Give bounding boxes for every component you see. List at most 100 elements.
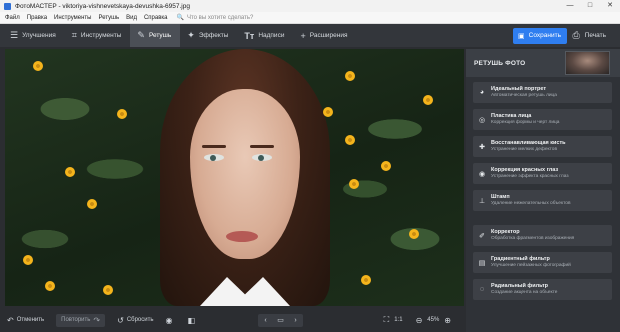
photo-canvas[interactable] xyxy=(5,49,464,306)
tab-enhancements[interactable]: ☰ Улучшения xyxy=(3,24,65,47)
eye-icon: ◉ xyxy=(165,315,173,325)
tool-red-eye[interactable]: ◉ Коррекция красных глаз Устранение эффек… xyxy=(473,163,612,184)
folder-icon[interactable]: ▭ xyxy=(273,316,288,324)
reset-label: Сбросить xyxy=(126,317,154,323)
photo-flower xyxy=(361,275,371,285)
fit-screen-icon[interactable]: ⛶ xyxy=(384,315,390,325)
panel-header-thumbnail xyxy=(565,51,610,75)
plus-icon: + xyxy=(300,30,306,41)
compare-icon: ◧ xyxy=(187,315,196,325)
tab-label: Расширения xyxy=(309,32,348,39)
brush-icon: ✎ xyxy=(137,30,145,40)
tool-name: Градиентный фильтр xyxy=(491,256,550,262)
maximize-button[interactable]: □ xyxy=(580,0,600,12)
photo-flower xyxy=(345,135,355,145)
zoom-in-icon[interactable]: ⊕ xyxy=(444,316,451,325)
printer-icon: ⎙ xyxy=(572,30,580,40)
tool-corrector[interactable]: ✐ Корректор Обработка фрагментов изображе… xyxy=(473,225,612,246)
photo-flower xyxy=(23,255,33,265)
main-toolbar: ☰ Улучшения ⌗ Инструменты ✎ Ретушь ✦ Эфф… xyxy=(0,24,620,47)
actual-size-button[interactable]: 1:1 xyxy=(394,317,402,323)
face-shape-icon: ◎ xyxy=(478,116,486,124)
tool-desc: Создание акцента на объекте xyxy=(491,290,558,295)
search-icon: 🔍 xyxy=(176,15,184,21)
photo-flower xyxy=(117,109,127,119)
tool-name: Пластика лица xyxy=(491,113,532,119)
tool-name: Корректор xyxy=(491,229,520,235)
crop-icon: ⌗ xyxy=(71,30,77,40)
photo-lips xyxy=(226,231,258,242)
zoom-controls: ⛶ 1:1 ⊖ 45% ⊕ xyxy=(379,315,456,325)
prev-image-button[interactable]: ‹ xyxy=(258,317,273,324)
undo-icon: ↶ xyxy=(7,315,14,325)
tab-label: Улучшения xyxy=(22,32,56,39)
tool-ideal-portrait[interactable]: ◕ Идеальный портрет Автоматическая ретушь… xyxy=(473,82,612,103)
tool-name: Радиальный фильтр xyxy=(491,283,549,289)
tool-gradient-filter[interactable]: ▤ Градиентный фильтр Улучшение пейзажных … xyxy=(473,252,612,273)
save-button[interactable]: ▣ Сохранить xyxy=(512,27,567,44)
menu-bar: Файл Правка Инструменты Ретушь Вид Справ… xyxy=(0,12,620,24)
tool-stamp[interactable]: ⊥ Штамп Удаление нежелательных объектов xyxy=(473,190,612,211)
photo-flower xyxy=(409,229,419,239)
menu-tools[interactable]: Инструменты xyxy=(54,15,91,21)
tool-desc: Автоматическая ретушь лица xyxy=(491,93,557,98)
menu-view[interactable]: Вид xyxy=(126,15,137,21)
tab-label: Ретушь xyxy=(148,32,172,39)
menu-edit[interactable]: Правка xyxy=(27,15,47,21)
window-title: ФотоМАСТЕР - viktoriya-vishnevetskaya-de… xyxy=(15,2,190,10)
tab-label: Эффекты xyxy=(198,32,229,39)
photo-brow-left xyxy=(202,145,226,148)
compare-button[interactable]: ◧ xyxy=(187,316,198,325)
tool-name: Восстанавливающая кисть xyxy=(491,140,566,146)
close-button[interactable]: ✕ xyxy=(600,0,620,12)
tab-effects[interactable]: ✦ Эффекты xyxy=(180,24,237,47)
photo-flower xyxy=(65,167,75,177)
zoom-level: 45% xyxy=(427,317,440,323)
bottom-bar: ↶ Отменить Повторить ↷ ↺ Сбросить ◉ ◧ ‹ … xyxy=(0,308,464,332)
tool-radial-filter[interactable]: ◌ Радиальный фильтр Создание акцента на о… xyxy=(473,279,612,300)
floppy-disk-icon: ▣ xyxy=(518,32,525,40)
corrector-icon: ✐ xyxy=(479,232,485,240)
tool-face-sculpt[interactable]: ◎ Пластика лица Коррекция формы и черт ли… xyxy=(473,109,612,130)
tool-name: Коррекция красных глаз xyxy=(491,167,559,173)
search-placeholder[interactable]: Что вы хотите сделать? xyxy=(187,15,253,21)
menu-file[interactable]: Файл xyxy=(5,15,20,21)
tool-name: Штамп xyxy=(491,194,510,200)
tool-desc: Улучшение пейзажных фотографий xyxy=(491,263,571,268)
zoom-out-icon[interactable]: ⊖ xyxy=(416,316,423,325)
print-label: Печать xyxy=(584,32,606,39)
tab-retouch[interactable]: ✎ Ретушь xyxy=(130,24,181,47)
eye-icon: ◉ xyxy=(478,170,486,178)
app-logo-icon xyxy=(4,2,11,10)
tab-tools[interactable]: ⌗ Инструменты xyxy=(65,24,131,47)
undo-button[interactable]: ↶ Отменить xyxy=(7,316,44,325)
preview-button[interactable]: ◉ xyxy=(166,316,176,325)
photo-flower xyxy=(381,161,391,171)
retouch-panel: РЕТУШЬ ФОТО ◕ Идеальный портрет Автоматич… xyxy=(466,49,620,332)
photo-flower xyxy=(103,285,113,295)
tool-desc: Обработка фрагментов изображения xyxy=(491,236,575,241)
photo-flower xyxy=(45,281,55,291)
next-image-button[interactable]: › xyxy=(288,317,303,324)
photo-eye-left xyxy=(204,154,224,161)
tool-healing-brush[interactable]: ✚ Восстанавливающая кисть Устранение мелк… xyxy=(473,136,612,157)
reset-button[interactable]: ↺ Сбросить xyxy=(117,316,153,325)
photo-flower xyxy=(33,61,43,71)
minimize-button[interactable]: — xyxy=(560,0,580,12)
photo-flower xyxy=(87,199,97,209)
print-button[interactable]: ⎙ Печать xyxy=(573,30,607,41)
menu-help[interactable]: Справка xyxy=(144,15,168,21)
tab-extensions[interactable]: + Расширения xyxy=(293,24,356,47)
tool-desc: Устранение мелких дефектов xyxy=(491,147,558,152)
sliders-icon: ☰ xyxy=(10,30,19,40)
menu-retouch[interactable]: Ретушь xyxy=(98,15,119,21)
panel-title: РЕТУШЬ ФОТО xyxy=(474,60,526,67)
menu-search[interactable]: 🔍 Что вы хотите сделать? xyxy=(176,14,254,22)
save-label: Сохранить xyxy=(528,32,561,39)
redo-icon: ↷ xyxy=(93,315,101,325)
title-bar: ФотоМАСТЕР - viktoriya-vishnevetskaya-de… xyxy=(0,0,620,12)
tool-desc: Коррекция формы и черт лица xyxy=(491,120,560,125)
redo-button[interactable]: Повторить ↷ xyxy=(56,313,106,327)
tab-text[interactable]: Tт Надписи xyxy=(237,24,293,47)
tab-label: Надписи xyxy=(258,32,285,39)
